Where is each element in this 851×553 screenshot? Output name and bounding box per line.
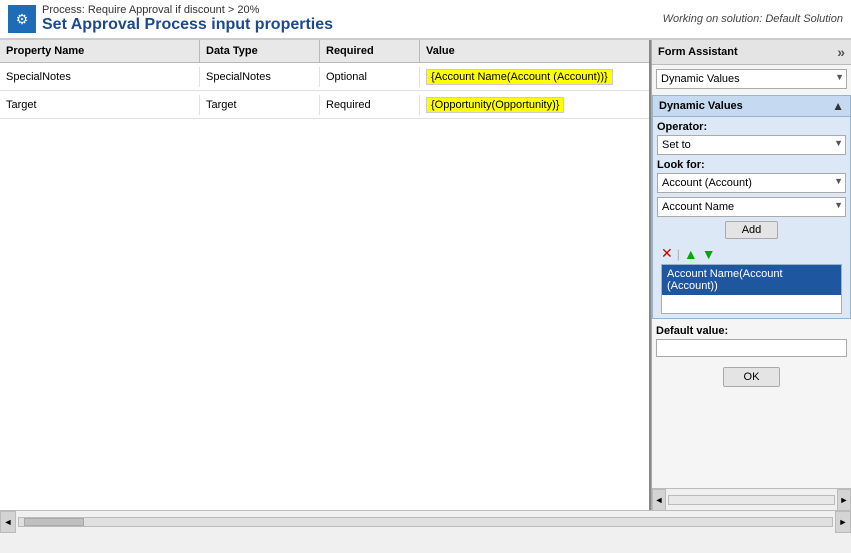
required-0: Optional [320,67,420,87]
main-container: Property Name Data Type Required Value S… [0,39,851,510]
lookfor-select-wrapper: Account (Account) [657,173,846,193]
scroll-right-arrow[interactable]: ► [835,511,851,533]
operator-label: Operator: [657,121,846,133]
collapse-dv-icon[interactable]: ▲ [832,99,844,113]
right-scroll-right-arrow[interactable]: ► [837,489,851,511]
value-tag-1[interactable]: {Opportunity(Opportunity)} [426,97,564,113]
dynamic-values-row: Dynamic Values [652,65,851,93]
remove-icon[interactable]: ✕ [661,245,673,262]
top-bar-text-group: Process: Require Approval if discount > … [42,4,333,34]
col-header-property: Property Name [0,40,200,62]
operator-row: Operator: Set to [657,121,846,155]
field-row: Account Name [657,197,846,217]
bottom-scrollbar: ◄ ► [0,510,851,532]
lookfor-select[interactable]: Account (Account) [657,173,846,193]
value-cell-1: {Opportunity(Opportunity)} [420,93,649,117]
dynamic-values-body: Operator: Set to Look for: Account (Acco… [653,117,850,318]
top-bar: ⚙ Process: Require Approval if discount … [0,0,851,39]
field-select-wrapper: Account Name [657,197,846,217]
form-assistant-header: Form Assistant » [652,40,851,65]
icon-toolbar: ✕ | ▲ ▼ [657,243,846,264]
gear-icon: ⚙ [8,5,36,33]
value-tag-0[interactable]: {Account Name(Account (Account))} [426,69,613,85]
page-title: Set Approval Process input properties [42,16,333,34]
lookfor-row: Look for: Account (Account) [657,159,846,193]
process-text: Process: Require Approval if discount > … [42,4,333,16]
operator-select[interactable]: Set to [657,135,846,155]
left-panel: Property Name Data Type Required Value S… [0,40,651,510]
data-type-1: Target [200,95,320,115]
col-header-value: Value [420,40,649,62]
right-scroll-track [668,495,835,505]
default-value-section: Default value: [652,321,851,361]
dynamic-values-select-wrapper: Dynamic Values [656,69,847,89]
table-row: SpecialNotes SpecialNotes Optional {Acco… [0,63,649,91]
default-value-label: Default value: [656,325,847,337]
selected-list: Account Name(Account (Account)) [661,264,842,314]
move-down-icon[interactable]: ▼ [702,246,716,262]
working-on-label: Working on solution: Default Solution [663,13,843,25]
ok-button[interactable]: OK [723,367,781,387]
top-bar-left: ⚙ Process: Require Approval if discount … [8,4,333,34]
col-header-datatype: Data Type [200,40,320,62]
collapse-icon[interactable]: » [837,44,845,60]
scroll-left-arrow[interactable]: ◄ [0,511,16,533]
form-assistant-title: Form Assistant [658,46,738,58]
lookfor-label: Look for: [657,159,846,171]
right-panel: Form Assistant » Dynamic Values Dynamic … [651,40,851,510]
dynamic-values-section-header: Dynamic Values ▲ [653,96,850,117]
default-value-input[interactable] [656,339,847,357]
field-select[interactable]: Account Name [657,197,846,217]
separator: | [677,247,680,261]
table-row: Target Target Required {Opportunity(Oppo… [0,91,649,119]
required-1: Required [320,95,420,115]
right-scroll-left-arrow[interactable]: ◄ [652,489,666,511]
property-name-1: Target [0,95,200,115]
selected-item[interactable]: Account Name(Account (Account)) [662,265,841,295]
table-header: Property Name Data Type Required Value [0,40,649,63]
value-cell-0: {Account Name(Account (Account))} [420,65,649,89]
data-type-0: SpecialNotes [200,67,320,87]
right-scrollbar: ◄ ► [652,488,851,510]
dynamic-values-select[interactable]: Dynamic Values [656,69,847,89]
property-name-0: SpecialNotes [0,67,200,87]
add-button[interactable]: Add [725,221,779,239]
scroll-thumb[interactable] [24,518,84,526]
dynamic-values-section: Dynamic Values ▲ Operator: Set to Look f… [652,95,851,319]
scroll-track [18,517,833,527]
dynamic-values-section-label: Dynamic Values [659,100,743,112]
col-header-required: Required [320,40,420,62]
operator-select-wrapper: Set to [657,135,846,155]
move-up-icon[interactable]: ▲ [684,246,698,262]
